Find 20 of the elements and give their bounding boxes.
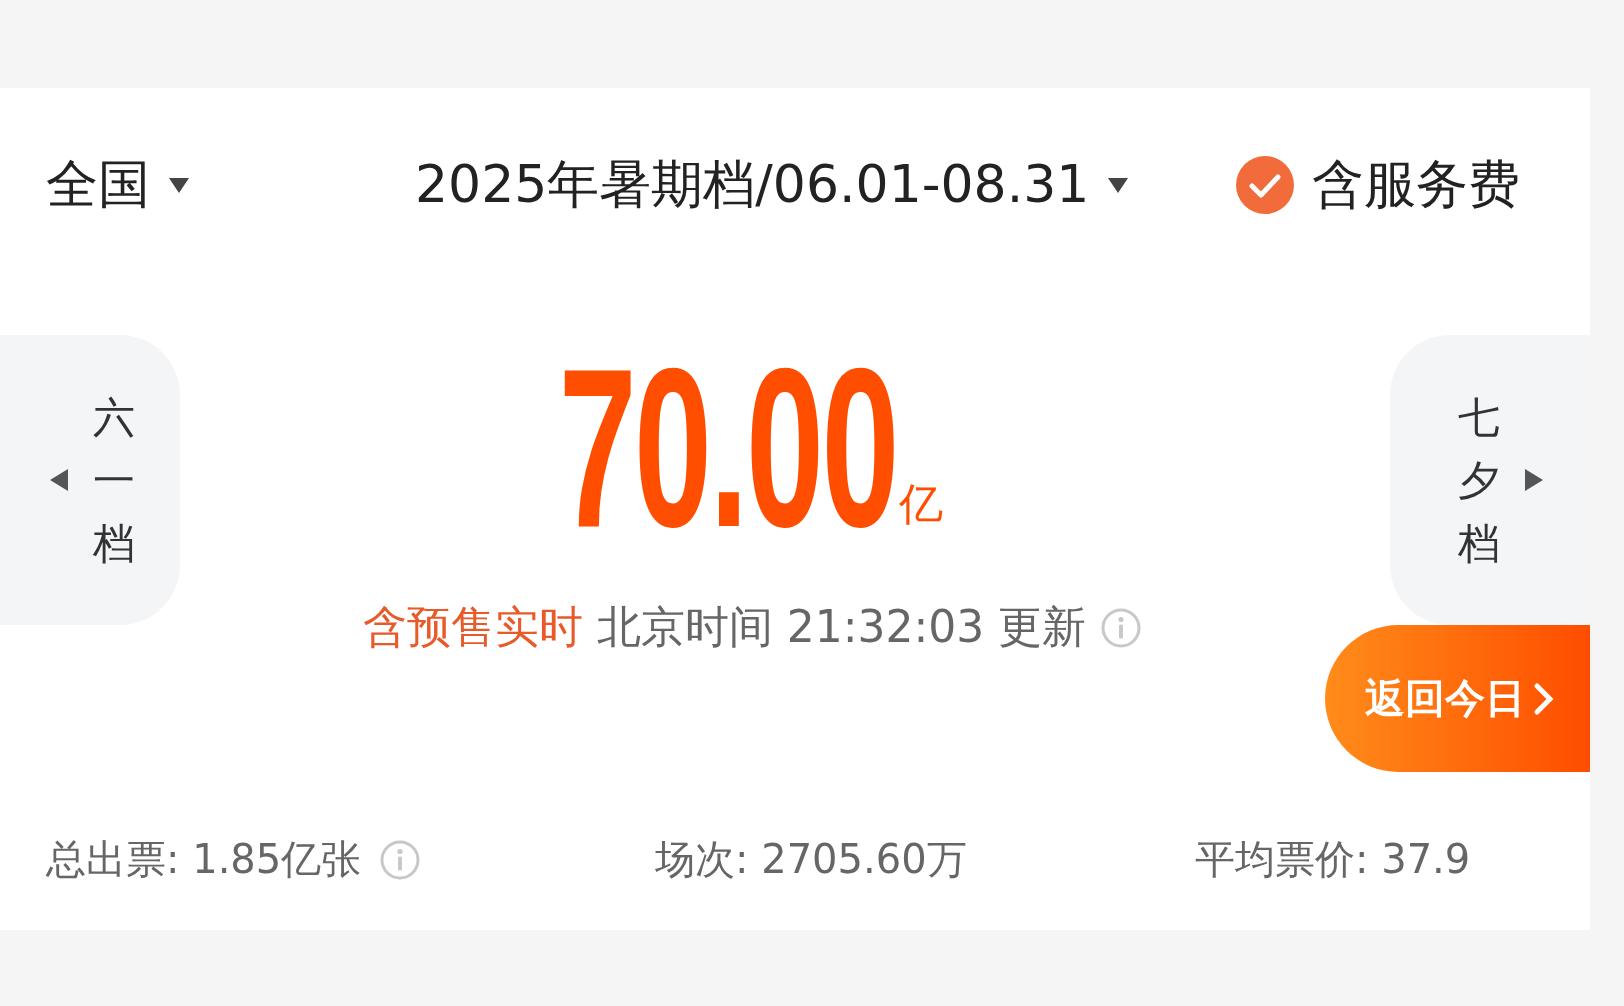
service-fee-label[interactable]: 含服务费 <box>1312 150 1520 220</box>
region-dropdown[interactable]: 全国 <box>46 150 150 220</box>
period-tab[interactable]: 六一档 <box>0 335 180 625</box>
info-icon[interactable] <box>1100 606 1143 649</box>
caret-icon <box>1107 176 1130 194</box>
period-dropdown[interactable]: 2025年暑期档/06.01-08.31 <box>415 150 1090 220</box>
period-tab[interactable]: 七夕档 <box>1390 335 1590 625</box>
unit-label: 亿 <box>899 477 944 531</box>
left-arrow-icon <box>49 468 69 492</box>
right-arrow-icon <box>1524 468 1544 492</box>
info-icon[interactable] <box>379 838 422 881</box>
stat-text: 总出票: 1.85亿张 <box>46 835 362 884</box>
box-office-total: 70.00 <box>558 328 897 568</box>
stat-text: 场次: 2705.60万 <box>655 835 967 884</box>
presale-label: 含预售实时 <box>362 600 583 654</box>
chevron-icon <box>1533 681 1555 716</box>
checkbox[interactable] <box>1236 156 1294 214</box>
stat-text: 平均票价: 37.9 <box>1195 835 1471 884</box>
update-time: 北京时间 21:32:03 更新 <box>596 600 1087 654</box>
caret-icon <box>168 176 190 194</box>
